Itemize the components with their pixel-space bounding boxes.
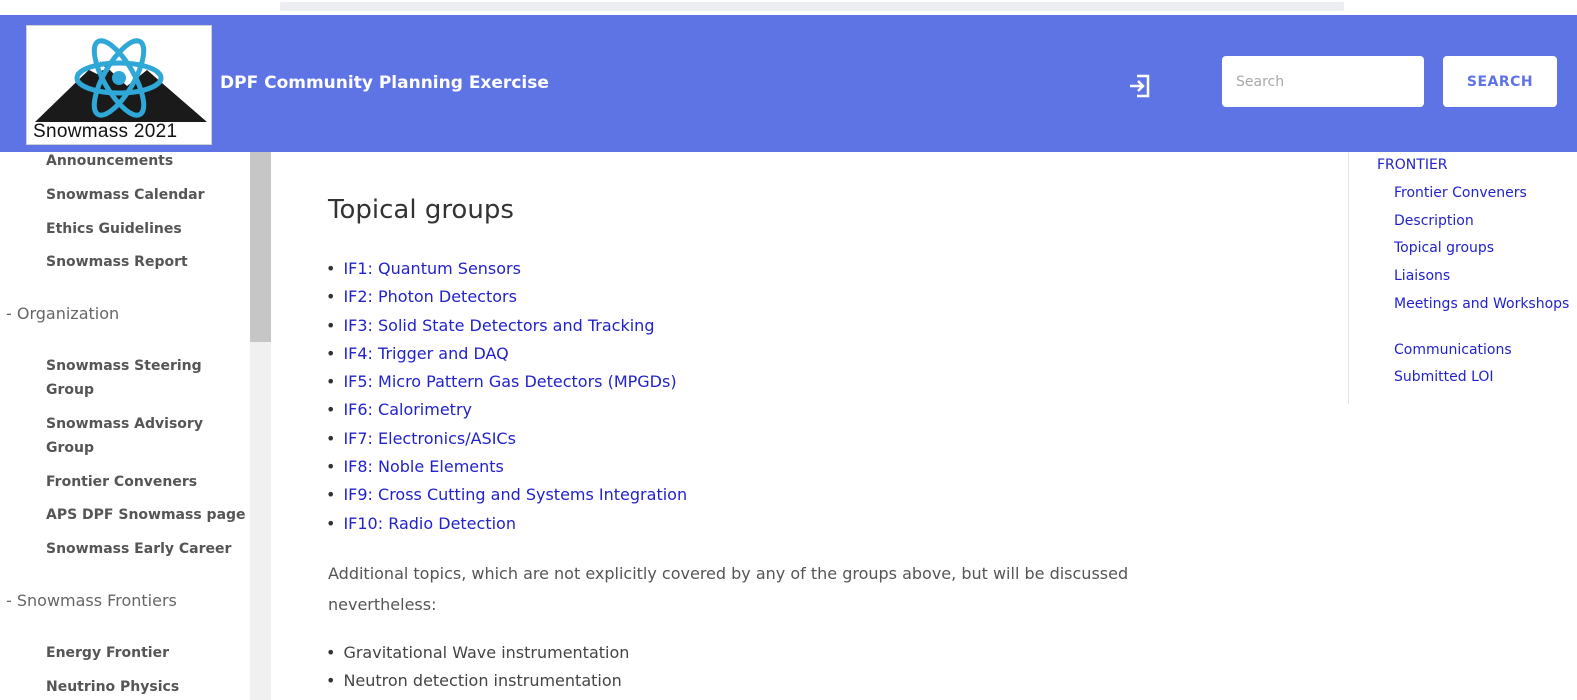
group-link-if7[interactable]: IF7: Electronics/ASICs [343,429,516,448]
topic-text: Gravitational Wave instrumentation [343,643,630,662]
additional-topics-text: Additional topics, which are not explici… [328,564,1129,614]
sidebar-section-frontiers[interactable]: - Snowmass Frontiers [6,591,177,610]
snowmass-logo[interactable]: Snowmass 2021 [26,25,212,145]
additional-topics-list: Gravitational Wave instrumentation Neutr… [326,639,629,695]
toc-item-submitted-loi[interactable]: Submitted LOI [1394,370,1574,385]
group-link-if6[interactable]: IF6: Calorimetry [343,400,472,419]
sidebar-item-report[interactable]: Snowmass Report [46,250,246,274]
sidebar-section-organization[interactable]: - Organization [6,304,119,323]
list-item: IF7: Electronics/ASICs [326,425,687,453]
group-link-if3[interactable]: IF3: Solid State Detectors and Tracking [343,316,654,335]
toc-item-liaisons[interactable]: Liaisons [1394,269,1574,284]
sidebar-item-calendar[interactable]: Snowmass Calendar [46,183,246,207]
search-button[interactable]: SEARCH [1443,56,1557,107]
list-item: IF4: Trigger and DAQ [326,340,687,368]
site-title[interactable]: DPF Community Planning Exercise [220,73,549,93]
top-scrollbar[interactable] [0,0,1577,15]
group-link-if9[interactable]: IF9: Cross Cutting and Systems Integrati… [343,485,687,504]
list-item: IF8: Noble Elements [326,453,687,481]
sidebar-item-early-career[interactable]: Snowmass Early Career [46,537,246,561]
logo-text: Snowmass 2021 [33,121,178,142]
group-link-if8[interactable]: IF8: Noble Elements [343,457,503,476]
list-item: IF1: Quantum Sensors [326,255,687,283]
sidebar-item-aps-dpf[interactable]: APS DPF Snowmass page [46,503,246,527]
topic-text: Neutron detection instrumentation [343,671,622,690]
sidebar-item-announcements[interactable]: Announcements [46,152,246,173]
toc-heading[interactable]: FRONTIER [1377,157,1448,173]
table-of-contents: FRONTIER Frontier Conveners Description … [1348,152,1577,404]
toc-item-communications[interactable]: Communications [1394,343,1574,358]
group-link-if5[interactable]: IF5: Micro Pattern Gas Detectors (MPGDs) [343,372,676,391]
group-link-if4[interactable]: IF4: Trigger and DAQ [343,344,508,363]
list-item: IF5: Micro Pattern Gas Detectors (MPGDs) [326,368,687,396]
toc-item-meetings[interactable]: Meetings and Workshops [1394,297,1574,312]
sidebar-scrollbar-thumb[interactable] [250,152,271,342]
login-icon[interactable] [1126,72,1154,100]
group-link-if2[interactable]: IF2: Photon Detectors [343,287,517,306]
page-title: Topical groups [328,195,514,225]
list-item: IF9: Cross Cutting and Systems Integrati… [326,481,687,509]
sidebar-item-steering-group[interactable]: Snowmass Steering Group [46,354,246,402]
search-input[interactable] [1222,56,1424,107]
sidebar-scrollbar[interactable] [250,152,271,700]
sidebar-item-advisory-group[interactable]: Snowmass Advisory Group [46,412,246,460]
list-item: IF3: Solid State Detectors and Tracking [326,312,687,340]
left-sidebar: Announcements Snowmass Calendar Ethics G… [0,152,250,700]
sidebar-item-neutrino-frontier[interactable]: Neutrino Physics Frontier [46,675,246,700]
toc-item-frontier-conveners[interactable]: Frontier Conveners [1394,186,1574,201]
site-header: Snowmass 2021 DPF Community Planning Exe… [0,15,1577,152]
group-link-if1[interactable]: IF1: Quantum Sensors [343,259,521,278]
topical-group-list: IF1: Quantum Sensors IF2: Photon Detecto… [326,255,687,538]
sidebar-item-ethics[interactable]: Ethics Guidelines [46,217,246,241]
top-scrollbar-thumb[interactable] [280,2,1344,11]
list-item: Neutron detection instrumentation [326,667,629,695]
list-item: IF6: Calorimetry [326,396,687,424]
list-item: IF10: Radio Detection [326,510,687,538]
list-item: IF2: Photon Detectors [326,283,687,311]
toc-item-description[interactable]: Description [1394,214,1574,229]
group-link-if10[interactable]: IF10: Radio Detection [343,514,516,533]
sidebar-item-energy-frontier[interactable]: Energy Frontier [46,641,246,665]
toc-item-topical-groups[interactable]: Topical groups [1394,241,1574,256]
sidebar-item-frontier-conveners[interactable]: Frontier Conveners [46,470,246,494]
main-content: Topical groups IF1: Quantum Sensors IF2:… [280,152,1344,700]
list-item: Gravitational Wave instrumentation [326,639,629,667]
